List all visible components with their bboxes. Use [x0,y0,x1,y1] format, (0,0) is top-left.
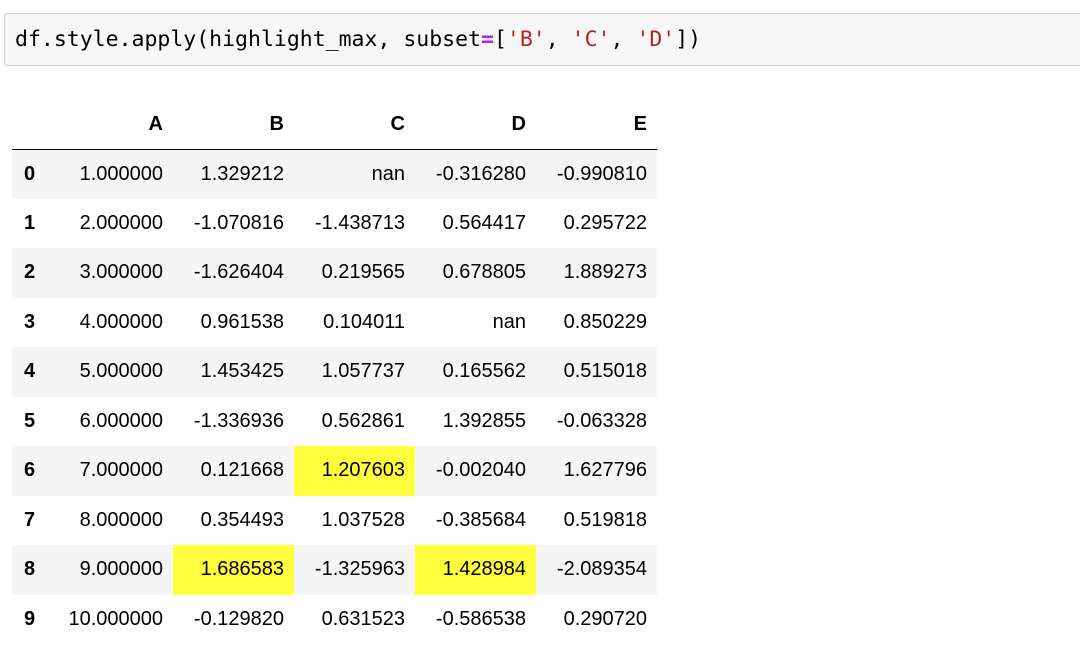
row-index: 3 [24,310,36,333]
code-token: ]) [675,27,702,52]
table-cell: 0.562861 [321,409,405,432]
table-cell: 2.000000 [79,211,163,234]
column-header-e: E [536,100,657,150]
table-cell: 8.000000 [79,508,163,531]
table-cell: 0.295722 [563,211,647,234]
table-row: 6 7.000000 0.121668 1.207603 -0.002040 1.6277… [12,446,657,496]
table-row: 3 4.000000 0.961538 0.104011 nan 0.850229 [12,297,657,347]
table-cell: nan [371,162,405,185]
table-row: 9 10.000000 -0.129820 0.631523 -0.586538 0.29… [12,594,657,644]
table-cell: 5.000000 [79,360,163,383]
index-header [12,100,55,150]
table-cell: nan [492,310,526,333]
table-cell: -0.129820 [193,607,284,630]
table-cell: 1.329212 [200,162,284,185]
highlighted-cell: 1.207603 [294,446,415,496]
table-cell: 0.121668 [200,459,284,482]
row-index: 4 [24,360,36,383]
table-cell: 1.057737 [321,360,405,383]
table-row: 1 2.000000 -1.070816 -1.438713 0.564417 0.295… [12,198,657,248]
table-body: 0 1.000000 1.329212 nan -0.316280 -0.990810 1 2… [12,149,657,644]
column-header-d: D [415,100,536,150]
table-cell: 0.564417 [442,211,526,234]
table-cell: 1.889273 [563,261,647,284]
table-cell: 0.290720 [563,607,647,630]
row-index: 6 [24,459,36,482]
table-cell: 1.627796 [563,459,647,482]
table-row: 5 6.000000 -1.336936 0.562861 1.392855 -0.063… [12,396,657,446]
column-header-a: A [55,100,173,150]
table-cell: 1.037528 [321,508,405,531]
code-token: df.style.apply [15,27,197,52]
table-cell: -1.626404 [193,261,284,284]
code-token: [ [493,27,507,52]
table-cell: -0.586538 [435,607,526,630]
table-cell: 1.392855 [442,409,526,432]
dataframe-table: ABCDE 0 1.000000 1.329212 nan -0.316280 -0.99… [12,100,657,644]
table-row: 4 5.000000 1.453425 1.057737 0.165562 0.51501… [12,347,657,397]
table-cell: 0.354493 [200,508,284,531]
code-token: ( [196,27,210,52]
table-cell: 0.165562 [442,360,526,383]
table-row: 7 8.000000 0.354493 1.037528 -0.385684 0.5198… [12,495,657,545]
table-row: 2 3.000000 -1.626404 0.219565 0.678805 1.8892… [12,248,657,298]
table-cell: 0.850229 [563,310,647,333]
row-index: 8 [24,558,36,581]
code-input-cell[interactable]: df.style.apply(highlight_max, subset=['B… [4,13,1080,66]
table-cell: -0.002040 [435,459,526,482]
highlighted-cell: 1.428984 [415,545,536,595]
table-cell: 6.000000 [79,409,163,432]
table-cell: 3.000000 [79,261,163,284]
table-cell: -0.990810 [556,162,647,185]
table-cell: 0.219565 [321,261,405,284]
table-cell: 0.678805 [442,261,526,284]
table-cell: 9.000000 [79,558,163,581]
code-token: 'D' [636,27,676,52]
table-cell: 0.519818 [563,508,647,531]
table-cell: -0.385684 [435,508,526,531]
table-cell: -1.325963 [314,558,405,581]
row-index: 5 [24,409,36,432]
row-index: 2 [24,261,36,284]
table-cell: 0.104011 [323,310,405,333]
table-cell: 0.515018 [563,360,647,383]
column-header-c: C [294,100,415,150]
table-header-row: ABCDE [12,100,657,150]
table-cell: -1.070816 [193,211,284,234]
table-row: 0 1.000000 1.329212 nan -0.316280 -0.990810 [12,149,657,199]
table-cell: 0.961538 [200,310,284,333]
table-cell: 1.000000 [79,162,163,185]
table-cell: -2.089354 [556,558,647,581]
column-header-b: B [173,100,294,150]
table-cell: -1.438713 [314,211,405,234]
table-cell: -0.316280 [435,162,526,185]
code-token: , [610,27,637,52]
table-cell: 7.000000 [79,459,163,482]
table-cell: 0.631523 [321,607,405,630]
table-cell: 10.000000 [68,607,163,630]
table-cell: -0.063328 [556,409,647,432]
table-cell: 4.000000 [79,310,163,333]
notebook-page: df.style.apply(highlight_max, subset=['B… [0,0,1080,651]
table-cell: 1.453425 [200,360,284,383]
code-token: highlight_max, subset [209,27,481,52]
code-token: 'C' [571,27,611,52]
code-token: = [481,27,494,52]
code-token: 'B' [506,27,546,52]
row-index: 1 [24,211,36,234]
code-token: , [545,27,572,52]
row-index: 7 [24,508,36,531]
table-row: 8 9.000000 1.686583 -1.325963 1.428984 -2.089… [12,545,657,595]
table-cell: -1.336936 [193,409,284,432]
row-index: 9 [24,607,36,630]
highlighted-cell: 1.686583 [173,545,294,595]
row-index: 0 [24,162,36,185]
